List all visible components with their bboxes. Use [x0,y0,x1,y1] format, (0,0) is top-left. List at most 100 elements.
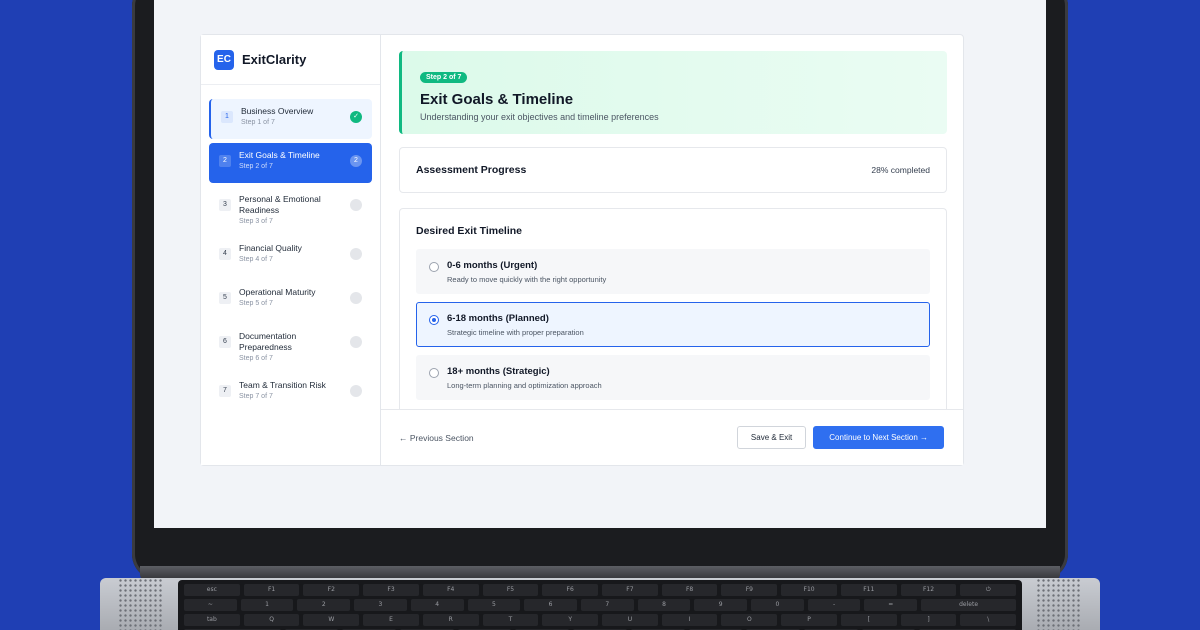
timeline-option-strategic[interactable]: 18+ months (Strategic) Long-term plannin… [416,355,930,400]
step-number: 4 [219,248,231,260]
step-subtitle: Step 2 of 7 [239,163,273,170]
step-number: 1 [221,111,233,123]
check-icon: ✓ [350,111,362,123]
keyboard-key: = [864,599,918,611]
keyboard-key: 6 [524,599,577,611]
keyboard-key: 9 [694,599,748,611]
speaker-grille-right [1036,578,1082,630]
keyboard-key: F2 [303,584,360,596]
step-subtitle: Step 1 of 7 [241,119,275,126]
radio-button[interactable] [429,262,439,272]
sidebar-item-operational-maturity[interactable]: 5 Operational Maturity Step 5 of 7 [209,280,372,320]
sidebar-item-personal-readiness[interactable]: 3 Personal & Emotional Readiness Step 3 … [209,187,372,232]
main-content: Step 2 of 7 Exit Goals & Timeline Unders… [381,35,963,465]
keyboard-key: F4 [422,584,479,596]
radio-button[interactable] [429,315,439,325]
step-number: 2 [219,155,231,167]
keyboard-key: ~ [184,599,237,611]
sidebar-item-team-transition[interactable]: 7 Team & Transition Risk Step 7 of 7 [209,373,372,413]
key-row-0: esc F1 F2 F3 F4 F5 F6 F7 F8 F9 F10 F11 F12 ⏻ [184,584,1017,596]
step-title: Business Overview [241,106,314,116]
keyboard-key: P [781,614,837,626]
step-title: Team & Transition Risk [239,380,326,390]
step-subtitle: Step 6 of 7 [239,355,273,362]
save-exit-button[interactable]: Save & Exit [736,426,807,449]
keyboard-key: delete [921,599,1016,611]
step-badge: Step 2 of 7 [420,72,468,83]
keyboard-key: 1 [240,599,294,611]
step-number: 5 [219,292,231,304]
keyboard-key: F6 [542,584,599,596]
radio-button[interactable] [429,368,439,378]
keyboard-key: R [422,614,479,626]
page-title: Exit Goals & Timeline [420,91,574,108]
option-title: 0-6 months (Urgent) [447,260,538,271]
sidebar-item-financial-quality[interactable]: 4 Financial Quality Step 4 of 7 [209,236,372,276]
question-title: Desired Exit Timeline [416,225,523,237]
sidebar-item-documentation[interactable]: 6 Documentation Preparedness Step 6 of 7 [209,324,372,369]
step-number: 7 [219,385,231,397]
keyboard-key: [ [840,614,897,626]
keyboard-key: T [482,614,539,626]
pending-circle-icon [350,336,362,348]
keyboard-key: F12 [900,584,957,596]
keyboard-key: Y [542,614,599,626]
screen: EC ExitClarity 1 Business Overview Step … [154,0,1046,528]
pending-circle-icon [350,385,362,397]
keyboard-key: ] [900,614,957,626]
speaker-grille-left [118,578,164,630]
step-title: Personal & Emotional Readiness [239,194,321,215]
keyboard-key: 2 [297,599,351,611]
page-subtitle: Understanding your exit objectives and t… [420,112,659,122]
option-description: Long-term planning and optimization appr… [447,381,602,390]
laptop-base: esc F1 F2 F3 F4 F5 F6 F7 F8 F9 F10 F11 F12 ⏻ ~1 2 3 4 5 6 7… [100,578,1100,630]
sidebar-item-business-overview[interactable]: 1 Business Overview Step 1 of 7 ✓ [209,99,372,139]
keyboard-key: F11 [840,584,897,596]
continue-button[interactable]: Continue to Next Section → [813,426,944,449]
timeline-option-urgent[interactable]: 0-6 months (Urgent) Ready to move quickl… [416,249,930,294]
key-row-2: tab Q W E R T Y U I O P[] \ [184,614,1017,626]
pending-circle-icon [350,199,362,211]
keyboard-key: E [363,614,419,626]
keyboard-key: 0 [751,599,804,611]
keyboard-key: 5 [467,599,521,611]
brand-logo: EC [214,49,234,70]
step-title: Documentation Preparedness [239,331,297,352]
step-title: Exit Goals & Timeline [239,150,320,160]
step-subtitle: Step 3 of 7 [239,218,273,225]
progress-card: Assessment Progress 28% completed [399,147,947,193]
step-subtitle: Step 7 of 7 [239,393,273,400]
assessment-app: EC ExitClarity 1 Business Overview Step … [200,34,964,466]
key-row-1: ~1 2 3 4 5 6 7 8 9 0- = delete [184,599,1016,611]
pending-circle-icon [350,292,362,304]
brand: EC ExitClarity [201,35,380,85]
step-title: Financial Quality [239,243,302,253]
keyboard-key: 3 [354,599,407,611]
previous-section-link[interactable]: ← Previous Section [399,433,474,443]
keyboard-key: F5 [482,584,539,596]
keyboard-key: F7 [602,584,658,596]
timeline-question: Desired Exit Timeline 0-6 months (Urgent… [399,208,947,410]
current-step-badge: 2 [350,155,362,167]
option-description: Ready to move quickly with the right opp… [447,275,607,284]
progress-percent: 28% completed [871,165,930,175]
keyboard-key: F9 [721,584,778,596]
keyboard-key: ⏻ [960,584,1017,596]
sidebar: EC ExitClarity 1 Business Overview Step … [201,35,381,465]
timeline-option-planned[interactable]: 6-18 months (Planned) Strategic timeline… [416,302,930,347]
keyboard-key: 7 [580,599,634,611]
brand-name: ExitClarity [242,52,307,67]
keyboard-key: O [721,614,778,626]
step-list: 1 Business Overview Step 1 of 7 ✓ 2 Exit… [201,85,380,413]
sidebar-item-exit-goals[interactable]: 2 Exit Goals & Timeline Step 2 of 7 2 [209,143,372,183]
keyboard-key: F10 [781,584,837,596]
section-header: Step 2 of 7 Exit Goals & Timeline Unders… [399,51,947,134]
step-subtitle: Step 4 of 7 [239,256,273,263]
keyboard-key: I [661,614,718,626]
progress-label: Assessment Progress [416,164,527,176]
option-title: 6-18 months (Planned) [447,313,549,324]
keyboard-key: 8 [637,599,691,611]
keyboard: esc F1 F2 F3 F4 F5 F6 F7 F8 F9 F10 F11 F12 ⏻ ~1 2 3 4 5 6 7… [178,580,1022,630]
keyboard-key: tab [184,614,240,626]
pending-circle-icon [350,248,362,260]
